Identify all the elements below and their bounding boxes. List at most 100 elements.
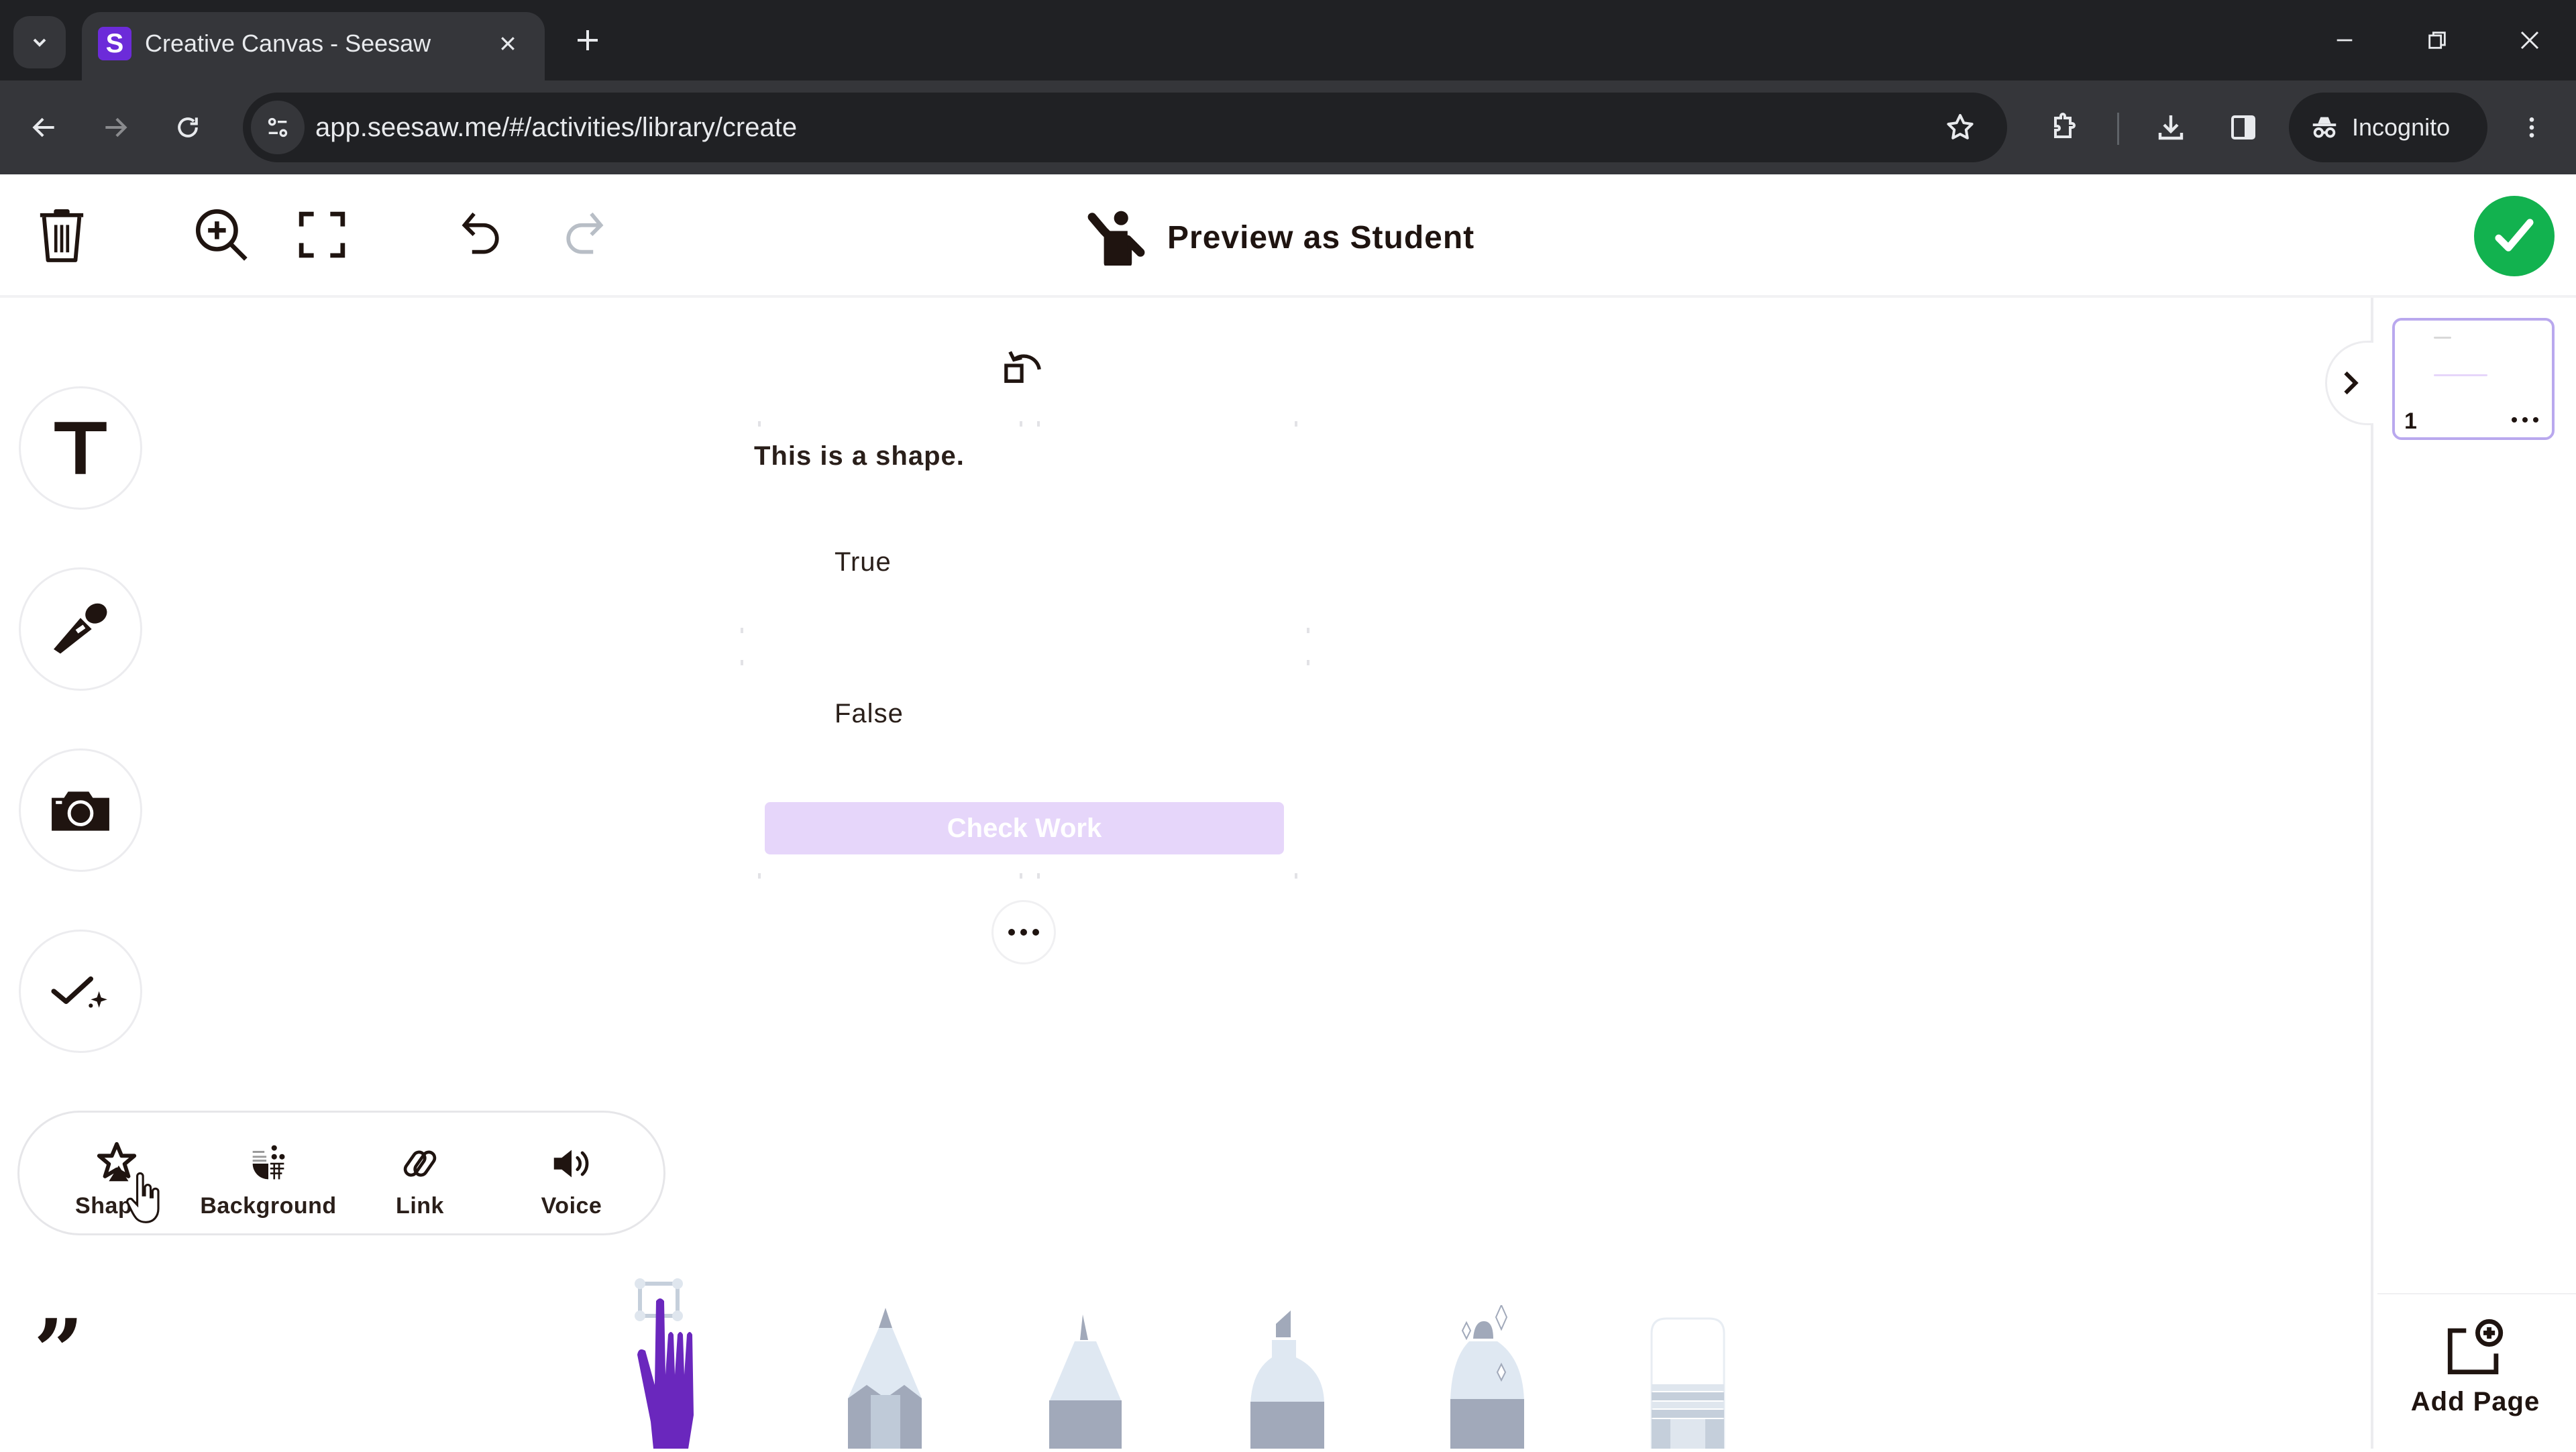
dot-icon [2512, 417, 2517, 423]
add-page-icon [2443, 1319, 2508, 1375]
add-page-button[interactable]: Add Page [2388, 1319, 2563, 1433]
check-work-button[interactable]: Check Work [765, 802, 1284, 854]
selection-marker [1307, 660, 1309, 665]
selection-marker [1020, 421, 1022, 427]
redo-icon [560, 210, 607, 260]
close-window-button[interactable] [2500, 15, 2560, 66]
toggle-pages-panel-button[interactable] [2325, 341, 2373, 425]
close-icon [498, 34, 518, 54]
delete-button[interactable] [28, 201, 95, 268]
forward-arrow-icon [101, 113, 130, 142]
tab-title: Creative Canvas - Seesaw [145, 28, 431, 59]
link-tool-button[interactable]: Link [350, 1137, 490, 1224]
address-bar[interactable]: app.seesaw.me/#/activities/library/creat… [243, 93, 2007, 162]
hand-pointer-cursor-icon [125, 1172, 165, 1226]
eraser-tool[interactable] [1650, 1317, 1725, 1449]
answer-option-true[interactable]: True [835, 547, 892, 577]
done-button[interactable] [2474, 196, 2555, 276]
hand-select-icon [628, 1268, 735, 1449]
incognito-icon [2309, 112, 2340, 143]
chevron-down-icon [29, 32, 50, 53]
pen-icon [1048, 1315, 1123, 1449]
selection-marker [1037, 421, 1040, 427]
glitter-pen-tool[interactable] [1449, 1305, 1527, 1449]
page-thumbnail[interactable]: 1 [2392, 318, 2555, 440]
camera-tool-button[interactable] [19, 748, 142, 872]
undo-button[interactable] [448, 201, 515, 268]
zoom-in-button[interactable] [188, 201, 255, 268]
voice-tool-button[interactable]: Voice [501, 1137, 642, 1224]
redo-button[interactable] [550, 201, 617, 268]
zoom-in-icon [193, 206, 250, 264]
selection-marker [741, 628, 743, 633]
pen-tool[interactable] [1048, 1315, 1123, 1449]
forward-button[interactable] [89, 101, 142, 154]
browser-menu-button[interactable] [2505, 101, 2559, 154]
incognito-profile-button[interactable]: Incognito [2289, 93, 2487, 162]
dot-icon [1032, 929, 1039, 936]
more-tools-tray: Shapes Background Link Voice [17, 1111, 665, 1235]
voice-label: Voice [541, 1193, 602, 1219]
speaker-icon [548, 1140, 595, 1187]
check-work-tool-button[interactable] [19, 930, 142, 1053]
thumb-preview-line [2434, 337, 2451, 339]
preview-as-student-button[interactable]: Preview as Student [1087, 204, 1474, 271]
editor-header: Preview as Student [0, 174, 2576, 298]
back-button[interactable] [17, 101, 71, 154]
selection-marker [758, 421, 761, 427]
preview-as-student-label: Preview as Student [1167, 219, 1474, 256]
selection-marker [758, 873, 761, 879]
bookmark-star-icon [1944, 111, 1976, 144]
background-tool-button[interactable]: Background [198, 1137, 339, 1224]
toolbar-separator [2117, 113, 2119, 145]
browser-tab-active[interactable]: S Creative Canvas - Seesaw [82, 12, 545, 80]
link-icon [396, 1140, 443, 1187]
dot-icon [2522, 417, 2528, 423]
shapes-tool-button[interactable]: Shapes [46, 1137, 187, 1224]
checkmark-icon [2491, 213, 2538, 260]
restore-button[interactable] [2407, 15, 2467, 66]
thumb-preview-line [2434, 374, 2487, 376]
microphone-tool-button[interactable] [19, 567, 142, 691]
selection-marker [1307, 628, 1309, 633]
plus-icon [574, 27, 601, 54]
fit-screen-button[interactable] [288, 201, 356, 268]
pencil-tool[interactable] [847, 1308, 924, 1449]
side-panel-button[interactable] [2216, 101, 2270, 154]
reload-icon [173, 113, 203, 142]
dot-icon [1020, 929, 1027, 936]
page-options-button[interactable] [2512, 417, 2538, 423]
new-tab-button[interactable] [568, 20, 608, 60]
reload-button[interactable] [161, 101, 215, 154]
selection-marker [1037, 873, 1040, 879]
url-text[interactable]: app.seesaw.me/#/activities/library/creat… [315, 111, 797, 144]
fit-screen-icon [297, 210, 347, 260]
camera-icon [50, 785, 111, 836]
select-tool-hand[interactable] [628, 1268, 735, 1449]
extensions-icon [2047, 111, 2080, 144]
back-arrow-icon [30, 113, 59, 142]
marker-tool[interactable] [1249, 1310, 1327, 1449]
site-info-button[interactable] [251, 101, 305, 154]
selection-marker [1295, 421, 1297, 427]
text-tool-button[interactable] [19, 386, 142, 510]
undo-icon [458, 210, 505, 260]
dot-icon [1008, 929, 1015, 936]
close-tab-button[interactable] [491, 27, 525, 60]
minimize-icon [2333, 29, 2356, 52]
selection-marker [741, 660, 743, 665]
pencil-icon [847, 1308, 924, 1449]
rotate-handle[interactable] [1002, 342, 1045, 389]
question-text: This is a shape. [754, 441, 965, 471]
extensions-button[interactable] [2037, 101, 2090, 154]
object-options-button[interactable] [991, 900, 1056, 964]
panel-divider [2377, 1293, 2576, 1294]
check-sparkle-icon [50, 971, 111, 1011]
minimize-button[interactable] [2314, 15, 2375, 66]
tab-list-button[interactable] [13, 16, 66, 68]
quote-button[interactable]: ” [34, 1308, 94, 1368]
downloads-button[interactable] [2144, 101, 2198, 154]
seesaw-favicon-icon: S [98, 27, 131, 60]
answer-option-false[interactable]: False [835, 699, 904, 729]
bookmark-button[interactable] [1940, 107, 1980, 148]
